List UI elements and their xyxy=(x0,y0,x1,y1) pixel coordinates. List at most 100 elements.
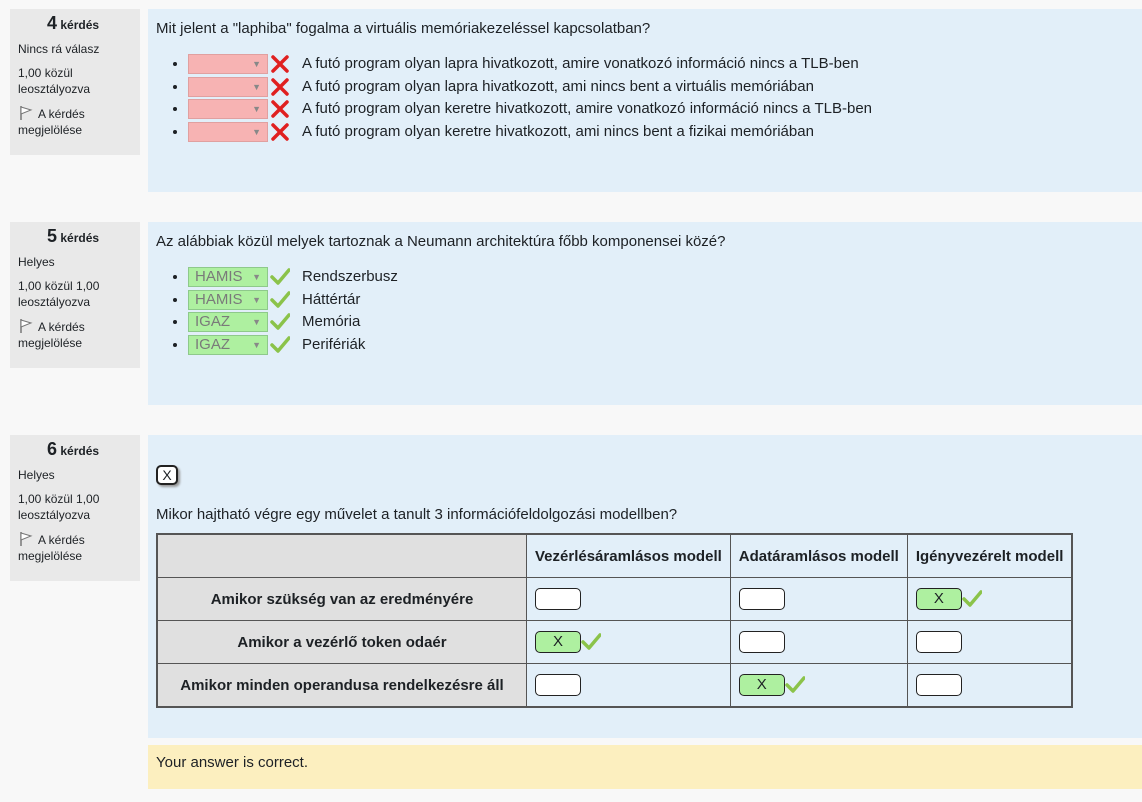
choice-box[interactable]: X xyxy=(915,588,962,610)
question-text: Mikor hajtható végre egy művelet a tanul… xyxy=(156,506,678,523)
matrix-cell xyxy=(526,663,731,708)
question-state: Helyes xyxy=(18,255,55,269)
answer-text: Háttértár xyxy=(302,290,361,308)
question-5-content: Az alábbiak közül melyek tartoznak a Neu… xyxy=(148,222,1142,405)
flag-question-link[interactable]: A kérdés megjelölése xyxy=(18,318,132,351)
answer-item: ▼ A futó program olyan lapra hivatkozott,… xyxy=(188,76,1134,99)
answer-text: Perifériák xyxy=(302,335,366,353)
row-header: Amikor minden operandusa rendelkezésre á… xyxy=(156,663,527,708)
column-header: Adatáramlásos modell xyxy=(729,533,908,578)
question-state: Helyes xyxy=(18,468,55,482)
column-header: Igényvezérelt modell xyxy=(906,533,1073,578)
x-button[interactable]: X xyxy=(156,465,178,485)
matrix-cell xyxy=(526,577,731,621)
question-number: 4 kérdés xyxy=(47,13,100,33)
answer-select[interactable]: ▼ xyxy=(188,54,268,75)
cross-icon xyxy=(271,100,289,118)
choice-box[interactable] xyxy=(738,588,785,610)
answer-select[interactable]: ▼ xyxy=(188,99,268,120)
check-icon xyxy=(270,268,290,285)
question-text: Az alábbiak közül melyek tartoznak a Neu… xyxy=(156,233,726,250)
matrix-cell xyxy=(906,620,1073,664)
answer-item: ▼ A futó program olyan lapra hivatkozott,… xyxy=(188,53,1134,76)
dropdown-arrow-icon: ▼ xyxy=(252,104,261,115)
choice-box[interactable]: X xyxy=(535,631,581,653)
answer-select[interactable]: HAMIS ▼ xyxy=(188,289,268,310)
matrix-header-row: Vezérlésáramlásos modell Adatáramlásos m… xyxy=(156,533,1073,578)
check-icon xyxy=(270,290,290,308)
answer-text: A futó program olyan lapra hivatkozott, … xyxy=(302,77,814,95)
flag-icon xyxy=(20,106,33,120)
dropdown-arrow-icon: ▼ xyxy=(252,272,261,283)
answer-select[interactable]: IGAZ ▼ xyxy=(188,334,268,355)
answer-list: ▼ A futó program olyan lapra hivatkozott,… xyxy=(156,53,1134,143)
question-grade: 1,00 közül 1,00 leosztályozva xyxy=(18,492,100,522)
answer-matrix: Vezérlésáramlásos modell Adatáramlásos m… xyxy=(156,533,1074,708)
answer-text: A futó program olyan keretre hivatkozott… xyxy=(302,122,814,140)
question-number: 5 kérdés xyxy=(47,226,100,246)
answer-select[interactable]: HAMIS ▼ xyxy=(188,267,268,288)
flag-question-link[interactable]: A kérdés megjelölése xyxy=(18,531,132,564)
matrix-row: Amikor a vezérlő token odaér X xyxy=(156,620,1073,664)
answer-item: HAMIS▼ Háttértár xyxy=(188,289,1134,312)
matrix-cell xyxy=(729,577,908,621)
choice-box[interactable] xyxy=(738,631,785,653)
flag-icon xyxy=(20,532,33,546)
cross-icon xyxy=(271,55,289,73)
answer-item: IGAZ▼ Perifériák xyxy=(188,334,1134,357)
column-header: Vezérlésáramlásos modell xyxy=(526,533,731,578)
flag-question-link[interactable]: A kérdés megjelölése xyxy=(18,105,132,138)
answer-select[interactable]: IGAZ ▼ xyxy=(188,312,268,333)
row-header: Amikor szükség van az eredményére xyxy=(156,577,527,621)
answer-item: IGAZ▼ Memória xyxy=(188,311,1134,334)
choice-box[interactable] xyxy=(535,588,581,610)
answer-select[interactable]: ▼ xyxy=(188,121,268,142)
choice-box[interactable]: X xyxy=(738,674,785,696)
dropdown-arrow-icon: ▼ xyxy=(252,317,261,328)
matrix-cell xyxy=(729,620,908,664)
question-4-content: Mit jelent a "laphiba" fogalma a virtuál… xyxy=(148,9,1142,192)
feedback-box: Your answer is correct. xyxy=(148,745,1142,789)
answer-text: Rendszerbusz xyxy=(302,268,398,286)
dropdown-arrow-icon: ▼ xyxy=(252,81,261,92)
dropdown-arrow-icon: ▼ xyxy=(252,126,261,137)
answer-item: ▼ A futó program olyan keretre hivatkozot… xyxy=(188,98,1134,121)
matrix-row: Amikor minden operandusa rendelkezésre á… xyxy=(156,663,1073,708)
dropdown-arrow-icon: ▼ xyxy=(252,339,261,350)
answer-select[interactable]: ▼ xyxy=(188,76,268,97)
matrix-cell: X xyxy=(729,663,908,708)
choice-box[interactable] xyxy=(915,631,962,653)
question-state: Nincs rá válasz xyxy=(18,42,100,56)
dropdown-arrow-icon: ▼ xyxy=(252,59,261,70)
choice-box[interactable] xyxy=(915,674,962,696)
check-icon xyxy=(785,676,805,693)
matrix-row: Amikor szükség van az eredményére X xyxy=(156,577,1073,621)
question-5-info: 5 kérdés Helyes 1,00 közül 1,00 leosztál… xyxy=(10,222,140,368)
answer-text: A futó program olyan keretre hivatkozott… xyxy=(302,100,873,118)
check-icon xyxy=(962,590,982,607)
matrix-corner xyxy=(156,533,527,578)
row-header: Amikor a vezérlő token odaér xyxy=(156,620,527,664)
matrix-cell xyxy=(906,663,1073,708)
cross-icon xyxy=(271,122,289,141)
cross-icon xyxy=(271,77,289,96)
question-4-info: 4 kérdés Nincs rá válasz 1,00 közül leos… xyxy=(10,9,140,155)
dropdown-arrow-icon: ▼ xyxy=(252,294,261,305)
choice-box[interactable] xyxy=(535,674,581,696)
answer-text: Memória xyxy=(302,313,361,331)
matrix-cell: X xyxy=(526,620,731,664)
question-grade: 1,00 közül 1,00 leosztályozva xyxy=(18,279,100,309)
question-6-content: X Mikor hajtható végre egy művelet a tan… xyxy=(148,435,1142,738)
check-icon xyxy=(270,313,290,330)
question-grade: 1,00 közül leosztályozva xyxy=(18,66,91,96)
answer-item: HAMIS▼ Rendszerbusz xyxy=(188,266,1134,289)
question-number: 6 kérdés xyxy=(47,439,100,459)
answer-text: A futó program olyan lapra hivatkozott, … xyxy=(302,55,859,73)
answer-list: HAMIS▼ Rendszerbusz HAMIS▼ Háttértár IGAZ▼… xyxy=(156,266,1134,356)
question-text: Mit jelent a "laphiba" fogalma a virtuál… xyxy=(156,20,651,37)
matrix-cell: X xyxy=(906,577,1073,621)
check-icon xyxy=(581,633,601,650)
feedback-text: Your answer is correct. xyxy=(156,754,309,771)
answer-item: ▼ A futó program olyan keretre hivatkozot… xyxy=(188,121,1134,144)
question-6-info: 6 kérdés Helyes 1,00 közül 1,00 leosztál… xyxy=(10,435,140,581)
